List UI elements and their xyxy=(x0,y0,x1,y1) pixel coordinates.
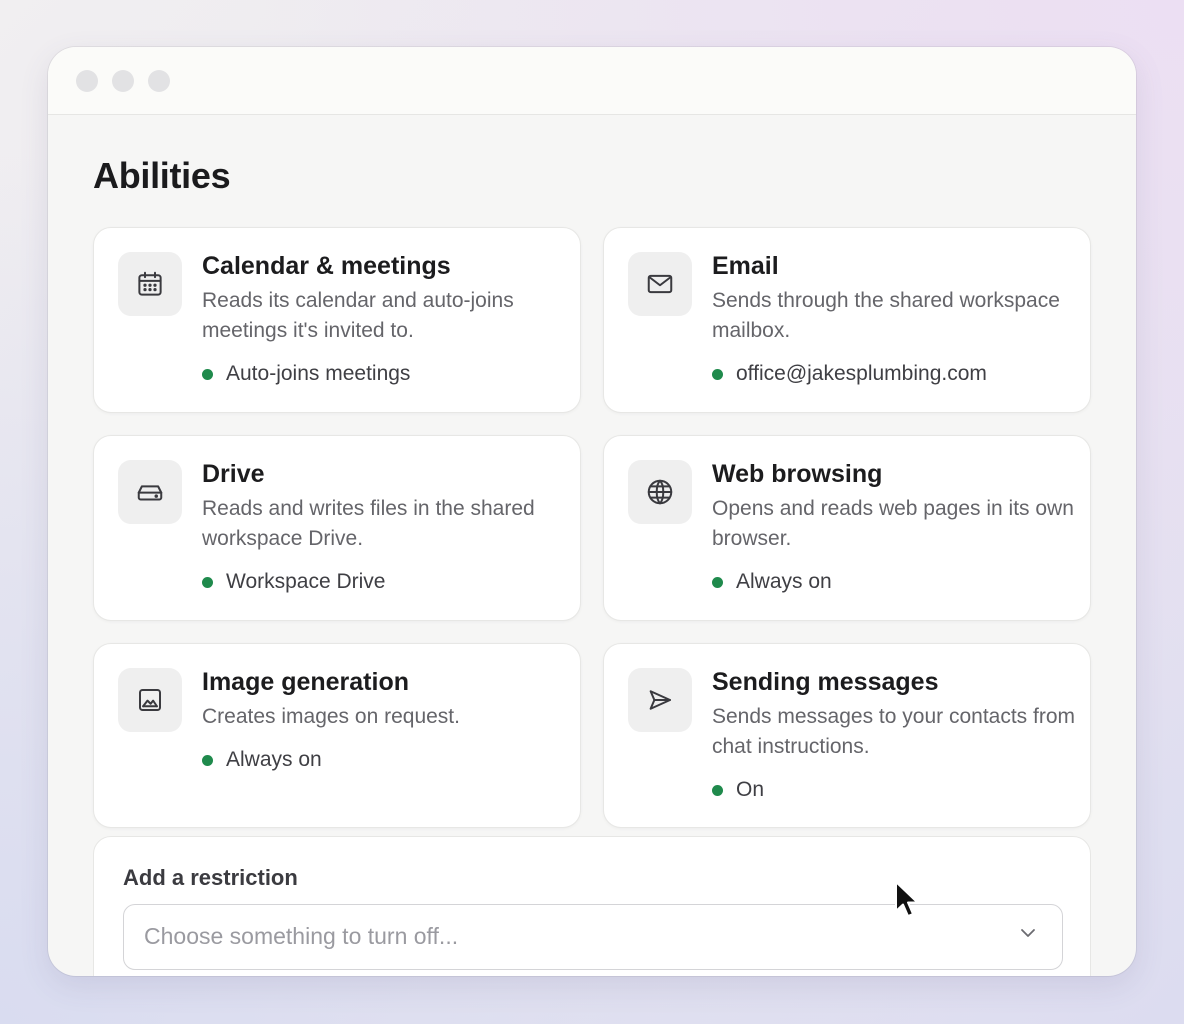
ability-status-label: On xyxy=(736,778,765,801)
window-minimize-dot[interactable] xyxy=(112,70,134,92)
ability-status-label: Always on xyxy=(226,748,322,771)
ability-title: Drive xyxy=(202,460,265,488)
ability-description: Reads and writes files in the shared wor… xyxy=(202,497,535,550)
window-close-dot[interactable] xyxy=(76,70,98,92)
ability-status: Auto-joins meetings xyxy=(202,362,410,386)
status-dot xyxy=(712,576,723,588)
ability-status: Always on xyxy=(712,570,832,594)
restriction-select-placeholder: Choose something to turn off... xyxy=(144,923,459,949)
calendar-icon xyxy=(118,252,182,316)
status-dot xyxy=(202,754,213,766)
ability-card-drive[interactable]: Drive Reads and writes files in the shar… xyxy=(93,435,581,621)
ability-description: Reads its calendar and auto-joins meetin… xyxy=(202,289,514,342)
globe-icon xyxy=(628,460,692,524)
ability-description: Opens and reads web pages in its own bro… xyxy=(712,497,1074,550)
mail-icon xyxy=(628,252,692,316)
ability-card-web-browsing[interactable]: Web browsing Opens and reads web pages i… xyxy=(603,435,1091,621)
ability-description: Sends through the shared workspace mailb… xyxy=(712,289,1060,342)
window-titlebar xyxy=(48,47,1136,115)
image-icon xyxy=(118,668,182,732)
ability-description: Sends messages to your contacts from cha… xyxy=(712,705,1075,758)
ability-title: Image generation xyxy=(202,668,409,696)
mouse-cursor-icon xyxy=(895,881,919,917)
status-dot xyxy=(712,368,723,380)
window-maximize-dot[interactable] xyxy=(148,70,170,92)
ability-title: Calendar & meetings xyxy=(202,252,451,280)
ability-card-sending-messages[interactable]: Sending messages Sends messages to your … xyxy=(603,643,1091,828)
ability-status: Workspace Drive xyxy=(202,570,386,594)
chevron-down-icon xyxy=(1021,929,1035,937)
ability-status: Always on xyxy=(202,748,322,772)
restriction-select[interactable]: Choose something to turn off... xyxy=(123,904,1063,970)
ability-title: Web browsing xyxy=(712,460,883,488)
restriction-label: Add a restriction xyxy=(123,865,298,890)
ability-card-email[interactable]: Email Sends through the shared workspace… xyxy=(603,227,1091,413)
ability-title: Email xyxy=(712,252,779,280)
ability-status-label: Auto-joins meetings xyxy=(226,362,411,385)
app-window: Abilities Calendar & meetings Reads its … xyxy=(48,47,1136,976)
restriction-section: Add a restriction Choose something to tu… xyxy=(93,836,1091,976)
ability-status-label: office@jakesplumbing.com xyxy=(736,362,987,385)
ability-status: office@jakesplumbing.com xyxy=(712,362,987,386)
ability-status-label: Workspace Drive xyxy=(226,570,386,593)
ability-title: Sending messages xyxy=(712,668,939,696)
drive-icon xyxy=(118,460,182,524)
status-dot xyxy=(202,576,213,588)
ability-card-calendar[interactable]: Calendar & meetings Reads its calendar a… xyxy=(93,227,581,413)
send-icon xyxy=(628,668,692,732)
status-dot xyxy=(712,784,723,796)
ability-description: Creates images on request. xyxy=(202,705,460,728)
page-title: Abilities xyxy=(93,155,231,196)
status-dot xyxy=(202,368,213,380)
ability-status-label: Always on xyxy=(736,570,832,593)
ability-status: On xyxy=(712,778,764,802)
ability-card-image-generation[interactable]: Image generation Creates images on reque… xyxy=(93,643,581,828)
